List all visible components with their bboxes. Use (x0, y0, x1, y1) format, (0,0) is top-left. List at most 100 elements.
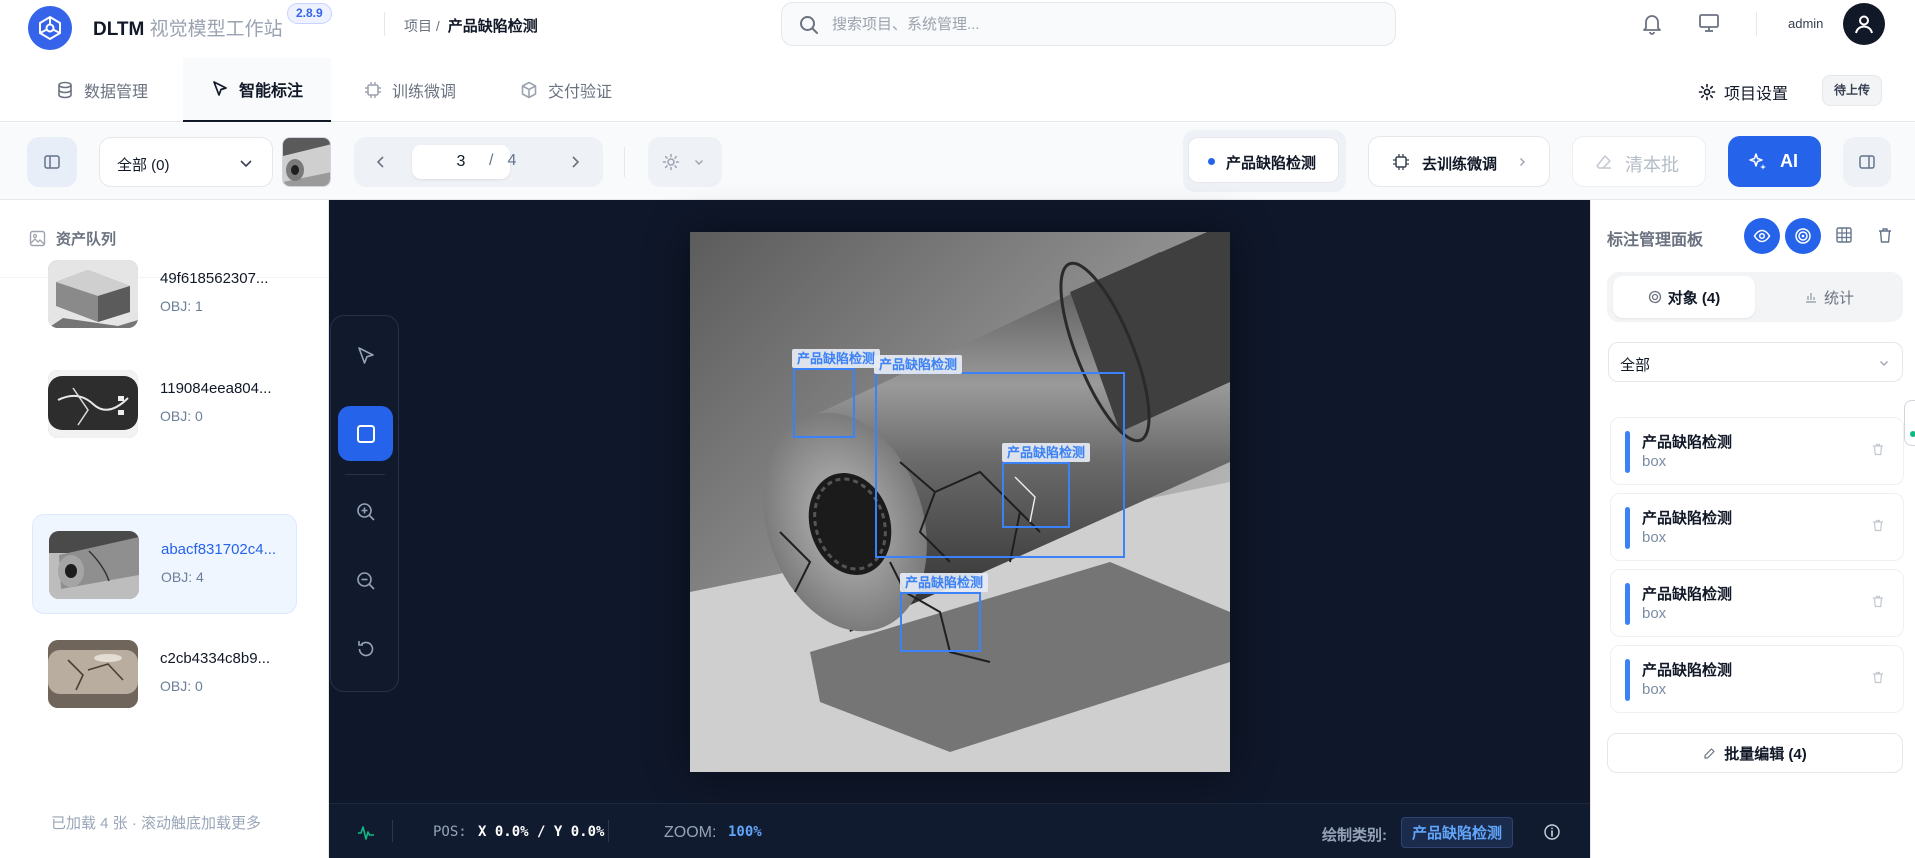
tab-training[interactable]: 训练微调 (364, 58, 456, 122)
asset-thumbnail (48, 640, 138, 708)
select-tool-button[interactable] (338, 328, 393, 383)
pointer-icon (357, 346, 374, 364)
trash-icon[interactable] (1871, 442, 1885, 456)
clear-batch-button[interactable]: 清本批 (1572, 136, 1706, 187)
sidebar-left-icon (44, 155, 60, 169)
chevron-left-icon[interactable] (374, 155, 388, 169)
divider (392, 820, 393, 842)
object-item[interactable]: 产品缺陷检测 box (1610, 645, 1904, 713)
bounding-box-label: 产品缺陷检测 (792, 349, 881, 368)
bounding-box-label: 产品缺陷检测 (900, 573, 989, 592)
tab-delivery[interactable]: 交付验证 (520, 58, 612, 122)
asset-item[interactable]: c2cb4334c8b9... OBJ: 0 (32, 624, 297, 724)
tab-data-management[interactable]: 数据管理 (56, 58, 148, 122)
bounding-box[interactable] (793, 368, 855, 438)
sidebar-right-icon (1859, 155, 1875, 169)
rotate-icon (357, 640, 373, 656)
ai-button[interactable]: AI (1728, 136, 1821, 187)
class-color-bar (1625, 659, 1630, 701)
object-item[interactable]: 产品缺陷检测 box (1610, 417, 1904, 485)
info-icon[interactable] (1543, 823, 1561, 841)
filter-select[interactable]: 全部 (0) (99, 137, 273, 187)
gear-icon (1698, 83, 1716, 101)
bounding-box[interactable] (1002, 462, 1070, 528)
divider (384, 12, 385, 36)
monitor-icon (1699, 14, 1719, 32)
object-filter-select[interactable]: 全部 (1608, 342, 1903, 382)
toggle-sidebar-button[interactable] (27, 137, 77, 187)
filter-select-value: 全部 (0) (117, 157, 170, 174)
object-item[interactable]: 产品缺陷检测 box (1610, 569, 1904, 637)
chevron-right-icon[interactable] (568, 155, 582, 169)
status-bar: POS: X 0.0% / Y 0.0% ZOOM: 100% 绘制类别: 产品… (329, 803, 1590, 858)
app-logo[interactable] (28, 6, 72, 50)
bar-chart-icon (1805, 293, 1816, 303)
visibility-toggle[interactable] (1744, 218, 1780, 254)
brightness-dropdown[interactable] (648, 137, 722, 187)
object-item[interactable]: 产品缺陷检测 box (1610, 493, 1904, 561)
asset-item[interactable]: 49f618562307... OBJ: 1 (32, 244, 297, 344)
train-button[interactable]: 去训练微调 (1368, 136, 1550, 187)
trash-icon[interactable] (1871, 594, 1885, 608)
asset-item[interactable]: 119084eea804... OBJ: 0 (32, 354, 297, 454)
sun-icon (662, 153, 680, 171)
tab-label: 交付验证 (548, 84, 613, 101)
tab-objects[interactable]: 对象 (4) (1613, 276, 1755, 318)
asset-thumbnail (48, 370, 138, 438)
box-tool-button[interactable] (338, 406, 393, 461)
page-slash: / (489, 152, 494, 169)
user-icon (1855, 15, 1873, 34)
annotation-image[interactable]: 产品缺陷检测 产品缺陷检测 产品缺陷检测 产品缺陷检测 (690, 232, 1230, 772)
bounding-box-label: 产品缺陷检测 (874, 355, 963, 374)
logo-icon (39, 15, 61, 41)
notification-button[interactable] (1639, 10, 1665, 36)
trash-icon[interactable] (1876, 226, 1894, 244)
current-image-thumbnail[interactable] (282, 137, 331, 187)
pagination: 3 / / /4 (354, 137, 603, 187)
divider (1756, 12, 1757, 36)
tab-statistics[interactable]: 统计 (1759, 276, 1899, 318)
grid-icon[interactable] (1835, 226, 1853, 244)
avatar[interactable] (1843, 3, 1885, 45)
upload-status-badge[interactable]: 待上传 (1822, 75, 1883, 106)
class-color-bar (1625, 507, 1630, 549)
zoom-in-button[interactable] (338, 484, 393, 539)
asset-obj-count: OBJ: 0 (160, 408, 203, 424)
user-name[interactable]: admin (1788, 16, 1823, 31)
reset-view-button[interactable] (338, 621, 393, 676)
app-subtitle: 视觉模型工作站 (149, 19, 283, 40)
toggle-panel-button[interactable] (1843, 137, 1891, 187)
class-chip-wrapper: 产品缺陷检测 (1183, 130, 1346, 192)
target-icon (1648, 290, 1661, 304)
draw-class-value[interactable]: 产品缺陷检测 (1401, 817, 1514, 848)
trash-icon[interactable] (1871, 670, 1885, 684)
divider (608, 820, 609, 842)
chip-icon (365, 82, 381, 98)
focus-toggle[interactable] (1785, 218, 1821, 254)
object-name: 产品缺陷检测 (1642, 586, 1733, 603)
bounding-box[interactable] (875, 372, 1125, 558)
batch-edit-button[interactable]: 批量编辑 (4) (1607, 733, 1903, 773)
search-input[interactable] (832, 3, 1372, 45)
class-chip[interactable]: 产品缺陷检测 (1188, 137, 1339, 183)
breadcrumb-parent[interactable]: 项目 / (404, 18, 440, 34)
asset-item-selected[interactable]: abacf831702c4... OBJ: 4 (32, 514, 297, 614)
asset-obj-count: OBJ: 1 (160, 298, 203, 314)
class-chip-label: 产品缺陷检测 (1226, 155, 1317, 172)
search-box[interactable] (781, 2, 1396, 46)
zoom-out-icon (356, 571, 375, 590)
object-name: 产品缺陷检测 (1642, 434, 1733, 451)
monitor-button[interactable] (1696, 10, 1722, 36)
trash-icon[interactable] (1871, 518, 1885, 532)
class-color-bar (1625, 583, 1630, 625)
top-bar: DLTM 视觉模型工作站 2.8.9 项目 / 产品缺陷检测 admin (0, 0, 1915, 50)
zoom-out-button[interactable] (338, 553, 393, 608)
divider (345, 474, 385, 475)
train-button-label: 去训练微调 (1422, 156, 1498, 173)
tab-smart-annotation[interactable]: 智能标注 (183, 58, 332, 122)
project-settings-button[interactable]: 项目设置 (1698, 80, 1788, 104)
chevron-down-icon (695, 160, 703, 165)
app-title: DLTM 视觉模型工作站 (93, 14, 283, 41)
panel-collapse-handle[interactable] (1904, 400, 1915, 446)
bounding-box[interactable] (900, 592, 981, 652)
